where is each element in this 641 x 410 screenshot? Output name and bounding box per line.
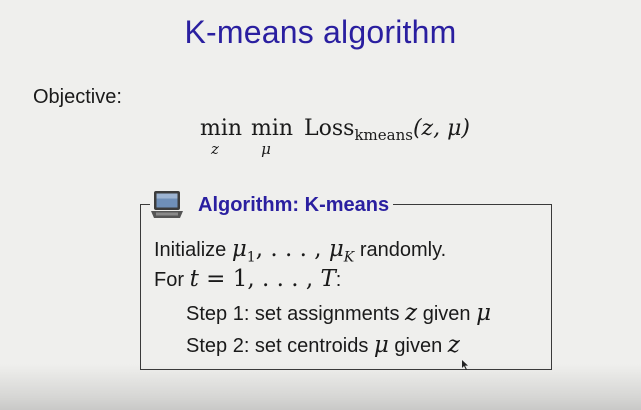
min-over-z: min z	[200, 116, 243, 158]
mu-symbol: μ	[328, 236, 344, 262]
loss-name: Loss	[304, 116, 355, 141]
min-variable: μ	[261, 140, 271, 158]
loop-math: t = 1, . . . , T	[190, 266, 336, 292]
init-prefix: Initialize	[154, 239, 227, 261]
step2-line: Step 2: set centroids μ given z	[186, 332, 460, 358]
step1-line: Step 1: set assignments z given μ	[186, 300, 491, 326]
step1-var2: μ	[476, 300, 492, 326]
algorithm-title: Algorithm: K-means	[198, 193, 390, 216]
loss-term: Losskmeans(z, μ)	[304, 116, 470, 144]
ellipsis: , . . . ,	[255, 236, 322, 262]
loop-colon: :	[335, 269, 342, 291]
objective-label: Objective:	[33, 86, 122, 108]
algorithm-header: Algorithm: K-means	[150, 189, 394, 221]
mu-subscript-1: 1	[246, 249, 256, 266]
bottom-shadow	[0, 364, 641, 410]
step2-var2: z	[447, 332, 460, 358]
T-variable: T	[320, 266, 336, 292]
step2-text: Step 2: set centroids	[186, 335, 369, 357]
mu-subscript-K: K	[343, 249, 355, 266]
step1-text: Step 1: set assignments	[186, 303, 400, 325]
step2-given: given	[394, 335, 443, 357]
init-suffix: randomly.	[359, 239, 447, 261]
mouse-cursor-icon	[462, 360, 468, 370]
init-line: Initialize μ1, . . . , μK randomly.	[154, 236, 446, 266]
min-over-mu: min μ	[251, 116, 294, 158]
step1-var: z	[405, 300, 418, 326]
slide-title: K-means algorithm	[184, 14, 457, 50]
loop-prefix: For	[154, 269, 184, 291]
step2-var: μ	[373, 332, 389, 358]
step1-given: given	[422, 303, 471, 325]
min-operator: min	[251, 116, 294, 141]
loss-arguments: (z, μ)	[412, 116, 470, 141]
loss-subscript: kmeans	[354, 126, 413, 144]
objective-formula: min z min μ Losskmeans(z, μ)	[200, 116, 520, 166]
min-operator: min	[200, 116, 243, 141]
min-variable: z	[211, 140, 219, 158]
loop-line: For t = 1, . . . , T:	[154, 266, 341, 292]
mu-symbol: μ	[231, 236, 247, 262]
init-math: μ1, . . . , μK	[231, 236, 354, 266]
t-variable: t	[189, 266, 199, 292]
loop-range: = 1, . . . ,	[206, 266, 314, 292]
laptop-icon	[151, 191, 183, 218]
